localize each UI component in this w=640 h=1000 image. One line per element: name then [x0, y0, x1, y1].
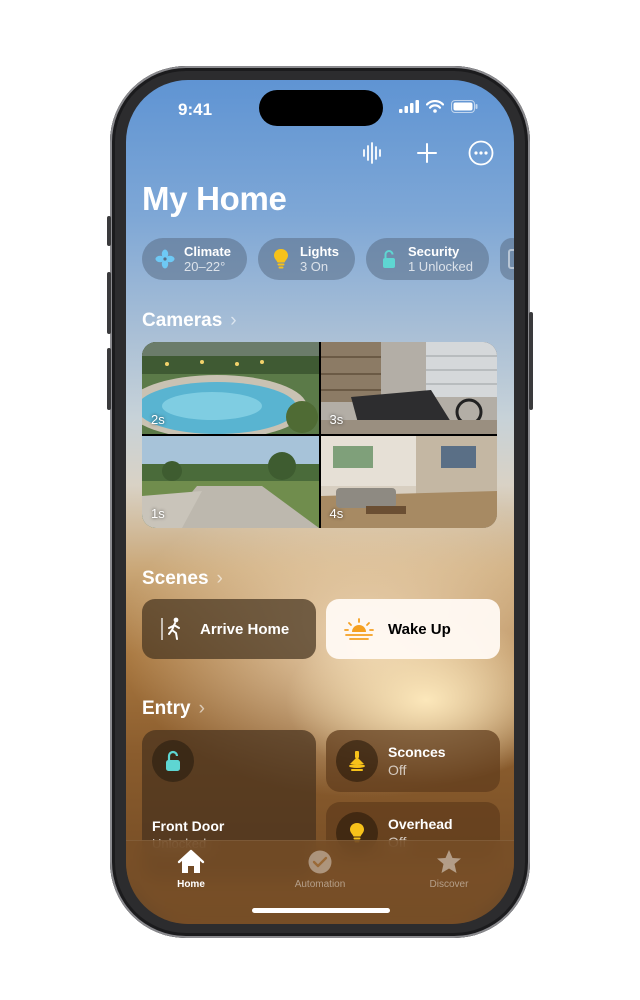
battery-icon [451, 100, 478, 113]
camera-feed-driveway[interactable]: 1s [142, 436, 319, 528]
partial-chip-icon [508, 249, 514, 269]
scenes-header[interactable]: Scenes › [142, 568, 223, 590]
sconce-lamp-icon [336, 740, 378, 782]
camera-age: 3s [329, 412, 344, 427]
clock-check-icon [308, 850, 332, 874]
tab-label: Automation [294, 879, 346, 890]
cameras-header[interactable]: Cameras › [142, 310, 237, 332]
voice-waveform-icon[interactable] [358, 138, 388, 168]
camera-grid: 2s 3s 1s 4s [142, 342, 497, 528]
summary-chips: Climate 20–22° Lights 3 On Security 1 Un… [142, 238, 514, 280]
tile-name: Front Door [152, 818, 225, 834]
tab-label: Discover [429, 879, 469, 890]
sunrise-icon [344, 618, 374, 640]
camera-age: 4s [329, 506, 344, 521]
top-actions [358, 138, 496, 168]
chip-value: 3 On [299, 259, 329, 274]
mute-switch [107, 216, 111, 246]
chip-partial[interactable] [500, 238, 514, 280]
scene-wake-up[interactable]: Wake Up [326, 599, 500, 659]
more-ellipsis-icon[interactable] [466, 138, 496, 168]
camera-feed-backyard[interactable]: 2s [142, 342, 319, 434]
volume-up-button [107, 272, 111, 334]
chevron-right-icon: › [198, 698, 205, 719]
chip-label: Lights [299, 244, 339, 259]
scene-label: Arrive Home [200, 620, 290, 638]
tile-name: Overhead [388, 816, 453, 832]
cellular-signal-icon [399, 100, 419, 113]
camera-age: 1s [151, 506, 165, 521]
tab-automation[interactable]: Automation [265, 849, 375, 890]
home-icon [177, 849, 205, 873]
volume-down-button [107, 348, 111, 410]
chip-lights[interactable]: Lights 3 On [257, 238, 355, 280]
home-indicator[interactable] [252, 908, 390, 913]
camera-feed-living-room[interactable]: 4s [320, 436, 497, 528]
scene-arrive-home[interactable]: Arrive Home [142, 599, 316, 659]
status-icons [399, 100, 478, 113]
phone-frame: 9:41 My Home Climate 20–22° Lights 3 On … [107, 66, 533, 938]
chevron-right-icon: › [216, 568, 223, 589]
sconces-tile[interactable]: Sconces Off [326, 730, 500, 792]
camera-feed-garage[interactable]: 3s [320, 342, 497, 434]
status-time: 9:41 [178, 100, 213, 119]
lock-icon [152, 740, 194, 782]
tab-home[interactable]: Home [136, 849, 246, 890]
lightbulb-icon [270, 248, 292, 270]
plus-icon[interactable] [412, 138, 442, 168]
power-button [529, 312, 533, 410]
tab-discover[interactable]: Discover [394, 849, 504, 890]
chip-label: Climate [184, 244, 231, 259]
scene-label: Wake Up [388, 620, 451, 638]
person-walking-icon [161, 617, 180, 640]
tile-name: Sconces [388, 744, 446, 760]
cameras-title: Cameras [142, 310, 223, 331]
tile-state: Off [388, 762, 407, 778]
scenes-title: Scenes [142, 568, 209, 589]
entry-header[interactable]: Entry › [142, 698, 205, 720]
camera-age: 2s [151, 412, 165, 427]
chip-climate[interactable]: Climate 20–22° [142, 238, 247, 280]
chevron-right-icon: › [230, 310, 237, 331]
star-icon [437, 850, 461, 873]
chip-value: 20–22° [184, 259, 226, 274]
chip-security[interactable]: Security 1 Unlocked [365, 238, 490, 280]
tab-label: Home [177, 879, 205, 890]
fan-icon [154, 248, 176, 270]
home-app-screen: 9:41 My Home Climate 20–22° Lights 3 On … [126, 80, 514, 924]
wifi-icon [426, 100, 444, 113]
dynamic-island [259, 90, 383, 126]
chip-value: 1 Unlocked [407, 259, 474, 274]
entry-title: Entry [142, 698, 191, 719]
lock-icon [378, 248, 400, 270]
page-title: My Home [142, 180, 287, 217]
chip-label: Security [407, 244, 460, 259]
